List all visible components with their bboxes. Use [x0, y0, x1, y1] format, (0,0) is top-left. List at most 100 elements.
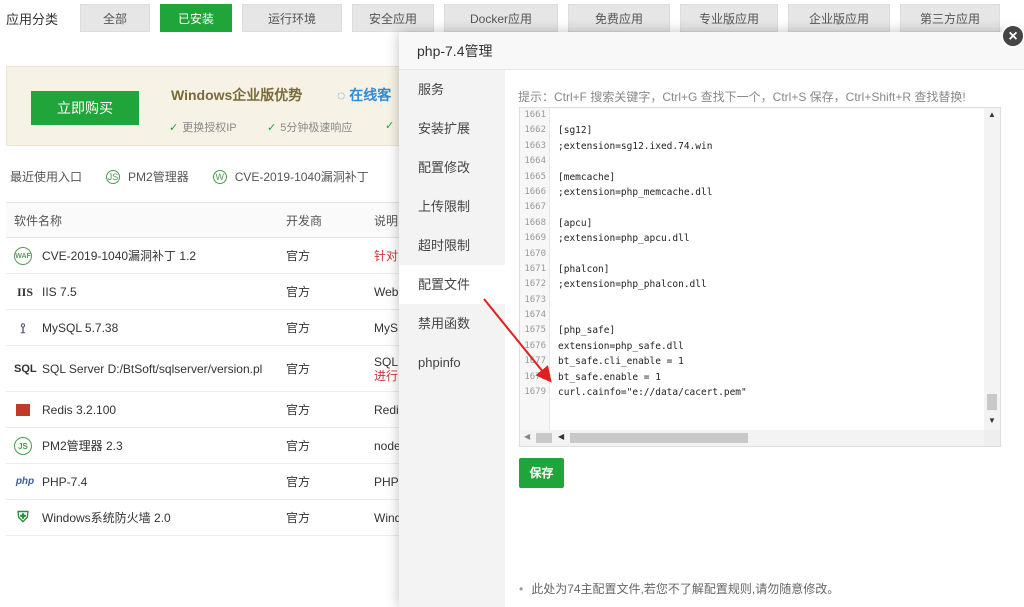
line-number: 1674: [524, 310, 546, 321]
category-all[interactable]: 全部: [80, 4, 150, 32]
nav-phpinfo[interactable]: phpinfo: [399, 343, 505, 382]
software-description: Redi: [374, 402, 399, 417]
online-service-label: 在线客: [349, 87, 392, 103]
code-line[interactable]: 1668 [apcu]: [520, 216, 986, 231]
code-text: ;extension=sg12.ixed.74.win: [558, 140, 713, 152]
config-editor[interactable]: 1661 1662 [sg12] 1663 ;extension=sg12.ixed.7…: [519, 107, 1001, 447]
code-line[interactable]: 1672 ;extension=php_phalcon.dll: [520, 277, 986, 292]
category-security[interactable]: 安全应用: [352, 4, 434, 32]
line-number: 1666: [524, 186, 546, 197]
software-description: PHP: [374, 474, 399, 489]
scroll-left-icon[interactable]: ◀: [558, 432, 564, 441]
category-pro[interactable]: 专业版应用: [680, 4, 778, 32]
code-line[interactable]: 1675 [php_safe]: [520, 323, 986, 338]
editor-tip: 提示：Ctrl+F 搜索关键字，Ctrl+G 查找下一个，Ctrl+S 保存，C…: [518, 90, 966, 104]
dialog-sidebar: 服务 安装扩展 配置修改 上传限制 超时限制 配置文件 禁用函数 phpinfo: [399, 70, 505, 607]
promo-feature-label: 更换授权IP: [182, 122, 237, 134]
code-line[interactable]: 1661: [520, 108, 986, 123]
line-number: 1661: [524, 110, 546, 120]
recent-item-pm2[interactable]: JS PM2管理器: [106, 168, 189, 185]
code-line[interactable]: 1667: [520, 200, 986, 215]
software-name: Redis 3.2.100: [42, 402, 117, 417]
line-number: 1678: [524, 371, 546, 382]
line-number: 1672: [524, 279, 546, 290]
dialog-title: php-7.4管理: [399, 32, 1024, 70]
waf-icon: W: [212, 169, 227, 184]
scroll-up-icon[interactable]: ▲: [988, 110, 996, 119]
code-line[interactable]: 1677 bt_safe.cli_enable = 1: [520, 354, 986, 369]
category-runtime[interactable]: 运行环境: [242, 4, 342, 32]
code-line[interactable]: 1664: [520, 154, 986, 169]
nav-upload-limit[interactable]: 上传限制: [399, 187, 505, 226]
save-button[interactable]: 保存: [519, 458, 564, 488]
line-number: 1670: [524, 248, 546, 259]
check-icon: ✓: [267, 122, 277, 134]
category-bar: 应用分类 全部 已安装 运行环境 安全应用 Docker应用 免费应用 专业版应…: [0, 0, 1024, 36]
line-number: 1667: [524, 202, 546, 213]
software-description: Web: [374, 284, 399, 299]
code-line[interactable]: 1663 ;extension=sg12.ixed.74.win: [520, 139, 986, 154]
nav-config-file[interactable]: 配置文件: [399, 265, 505, 304]
code-text: curl.cainfo="e://data/cacert.pem": [558, 387, 747, 399]
nav-config-edit[interactable]: 配置修改: [399, 148, 505, 187]
line-number: 1668: [524, 217, 546, 228]
shield-icon: ⛨: [17, 508, 29, 526]
code-line[interactable]: 1665 [memcache]: [520, 170, 986, 185]
code-line[interactable]: 1673: [520, 293, 986, 308]
scroll-down-icon[interactable]: ▼: [988, 416, 996, 425]
code-line[interactable]: 1662 [sg12]: [520, 123, 986, 138]
vertical-scrollbar[interactable]: ▲ ▼: [984, 108, 1000, 432]
code-line[interactable]: 1678 bt_safe.enable = 1: [520, 370, 986, 385]
code-line[interactable]: 1670: [520, 247, 986, 262]
software-developer: 官方: [286, 362, 311, 376]
code-text: [phalcon]: [558, 263, 610, 275]
code-text: [sg12]: [558, 125, 593, 137]
horizontal-scrollbar[interactable]: ◀ ◀: [520, 430, 986, 446]
code-text: bt_safe.cli_enable = 1: [558, 356, 684, 368]
code-line[interactable]: 1679 curl.cainfo="e://data/cacert.pem": [520, 385, 986, 400]
code-line[interactable]: 1674: [520, 308, 986, 323]
category-installed[interactable]: 已安装: [160, 4, 232, 32]
recent-item-cve[interactable]: W CVE-2019-1040漏洞补丁: [212, 168, 369, 185]
check-icon: ✓: [169, 122, 179, 134]
category-free[interactable]: 免费应用: [568, 4, 670, 32]
vertical-scroll-thumb[interactable]: [987, 394, 997, 410]
code-line[interactable]: 1676 extension=php_safe.dll: [520, 339, 986, 354]
category-docker[interactable]: Docker应用: [444, 4, 558, 32]
nav-service[interactable]: 服务: [399, 70, 505, 109]
scroll-left-icon[interactable]: ◀: [524, 432, 530, 441]
waf-icon: WAF: [14, 246, 32, 265]
code-line[interactable]: 1666 ;extension=php_memcache.dll: [520, 185, 986, 200]
code-line[interactable]: 1669 ;extension=php_apcu.dll: [520, 231, 986, 246]
line-number: 1665: [524, 171, 546, 182]
online-service-link[interactable]: ◌ 在线客: [337, 85, 391, 105]
promo-feature: ✓ 更换授权IP: [169, 119, 237, 135]
code-line[interactable]: 1671 [phalcon]: [520, 262, 986, 277]
close-icon[interactable]: ×: [1001, 24, 1024, 48]
bullet-icon: •: [519, 582, 524, 596]
recent-label: 最近使用入口: [10, 170, 83, 184]
nav-disabled-functions[interactable]: 禁用函数: [399, 304, 505, 343]
software-name: PM2管理器 2.3: [42, 439, 123, 453]
config-note: • 此处为74主配置文件,若您不了解配置规则,请勿随意修改。: [519, 580, 839, 597]
software-name: IIS 7.5: [42, 284, 77, 299]
software-description: 针对: [374, 249, 399, 263]
buy-now-button[interactable]: 立即购买: [31, 91, 139, 125]
nav-timeout-limit[interactable]: 超时限制: [399, 226, 505, 265]
mysql-dolphin-icon: ⟟: [20, 319, 26, 336]
editor-lines: 1661 1662 [sg12] 1663 ;extension=sg12.ixed.7…: [520, 108, 986, 400]
line-number: 1679: [524, 387, 546, 398]
iis-icon: IIS: [16, 284, 33, 299]
code-text: ;extension=php_phalcon.dll: [558, 279, 707, 291]
code-text: [memcache]: [558, 171, 616, 183]
nav-install-extension[interactable]: 安装扩展: [399, 109, 505, 148]
scrollbar-corner: [984, 430, 1000, 446]
horizontal-scroll-thumb[interactable]: [570, 433, 748, 443]
promo-feature: ✓ 5分钟极速响应: [267, 119, 352, 135]
category-third-party[interactable]: 第三方应用: [900, 4, 1000, 32]
software-name: PHP-7.4: [42, 474, 88, 489]
category-enterprise[interactable]: 企业版应用: [788, 4, 890, 32]
